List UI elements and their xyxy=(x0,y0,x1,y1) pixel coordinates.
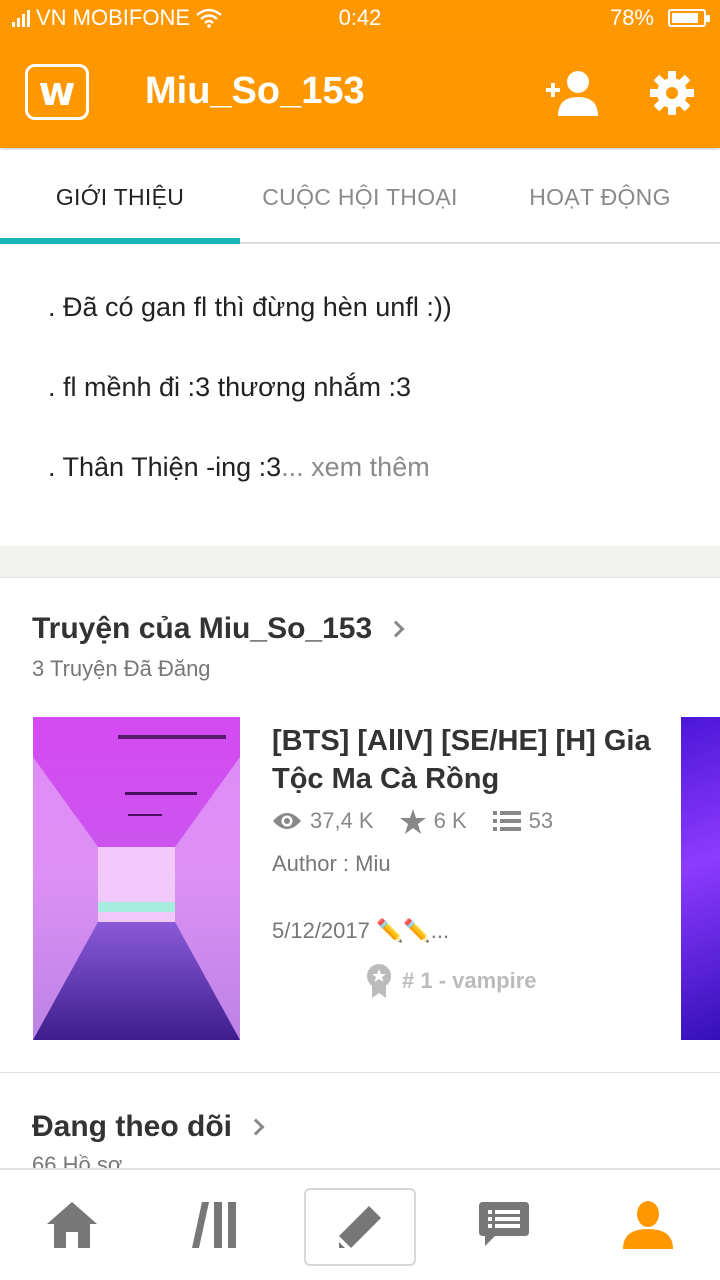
parts-count: 53 xyxy=(528,808,554,833)
following-header[interactable]: Đang theo dõi xyxy=(32,1110,265,1144)
tab-about[interactable]: GIỚI THIỆU xyxy=(0,150,240,244)
eye-icon xyxy=(273,813,301,829)
about-line: . Đã có gan fl thì đừng hèn unfl :)) xyxy=(48,292,452,322)
about-line: . Thân Thiện -ing :3... xem thêm xyxy=(48,452,430,482)
status-bar: VN MOBIFONE 0:42 78% xyxy=(0,0,720,36)
next-story-cover-image[interactable] xyxy=(681,717,720,1040)
tab-conversations[interactable]: CUỘC HỘI THOẠI xyxy=(240,150,480,244)
profile-icon xyxy=(623,1201,673,1249)
nav-messages[interactable] xyxy=(432,1170,576,1280)
app-header: w Miu_So_153 xyxy=(0,36,720,148)
section-divider-line xyxy=(0,1072,720,1073)
stories-title: Truyện của Miu_So_153 xyxy=(32,612,373,645)
story-date: 5/12/2017 ✏️✏️... xyxy=(272,918,450,943)
star-icon xyxy=(399,808,426,834)
bottom-navigation xyxy=(0,1168,720,1280)
profile-username: Miu_So_153 xyxy=(145,70,365,112)
home-icon xyxy=(47,1202,97,1248)
rank-label: # 1 - vampire xyxy=(402,968,537,993)
reads-count: 37,4 K xyxy=(310,808,374,833)
story-title[interactable]: [BTS] [AllV] [SE/HE] [H] Gia Tộc Ma Cà R… xyxy=(272,722,672,798)
about-line: . fl mềnh đi :3 thương nhắm :3 xyxy=(48,372,411,402)
stories-header[interactable]: Truyện của Miu_So_153 xyxy=(32,612,405,646)
story-stats: 37,4 K 6 K 53 xyxy=(272,808,579,834)
tab-activity[interactable]: HOẠT ĐỘNG xyxy=(480,150,720,244)
profile-tabs: GIỚI THIỆU CUỘC HỘI THOẠI HOẠT ĐỘNG xyxy=(0,150,720,244)
add-user-icon[interactable] xyxy=(544,68,600,118)
pencil-icon xyxy=(339,1206,381,1248)
chevron-right-icon xyxy=(387,620,405,638)
votes-count: 6 K xyxy=(433,808,467,833)
nav-profile[interactable] xyxy=(576,1170,720,1280)
story-rank[interactable]: # 1 - vampire xyxy=(366,964,537,998)
stories-count: 3 Truyện Đã Đăng xyxy=(32,656,211,681)
ranking-badge-icon xyxy=(367,964,391,998)
following-title: Đang theo dõi xyxy=(32,1110,232,1143)
library-icon xyxy=(192,1202,236,1248)
battery-icon xyxy=(668,9,710,27)
active-tab-indicator xyxy=(0,238,240,244)
section-divider xyxy=(0,546,720,578)
story-cover-image[interactable] xyxy=(33,717,240,1040)
chevron-right-icon xyxy=(247,1118,265,1136)
see-more-link[interactable]: ... xem thêm xyxy=(281,452,430,482)
messages-icon xyxy=(479,1202,529,1246)
about-section: . Đã có gan fl thì đừng hèn unfl :)) . f… xyxy=(48,290,688,530)
nav-library[interactable] xyxy=(144,1170,288,1280)
settings-gear-icon[interactable] xyxy=(648,68,696,118)
nav-write[interactable] xyxy=(304,1188,416,1266)
battery-percent: 78% xyxy=(609,5,654,30)
wattpad-logo-icon[interactable]: w xyxy=(25,64,89,120)
nav-home[interactable] xyxy=(0,1170,144,1280)
list-icon xyxy=(492,811,521,831)
story-author: Author : Miu xyxy=(272,851,391,876)
